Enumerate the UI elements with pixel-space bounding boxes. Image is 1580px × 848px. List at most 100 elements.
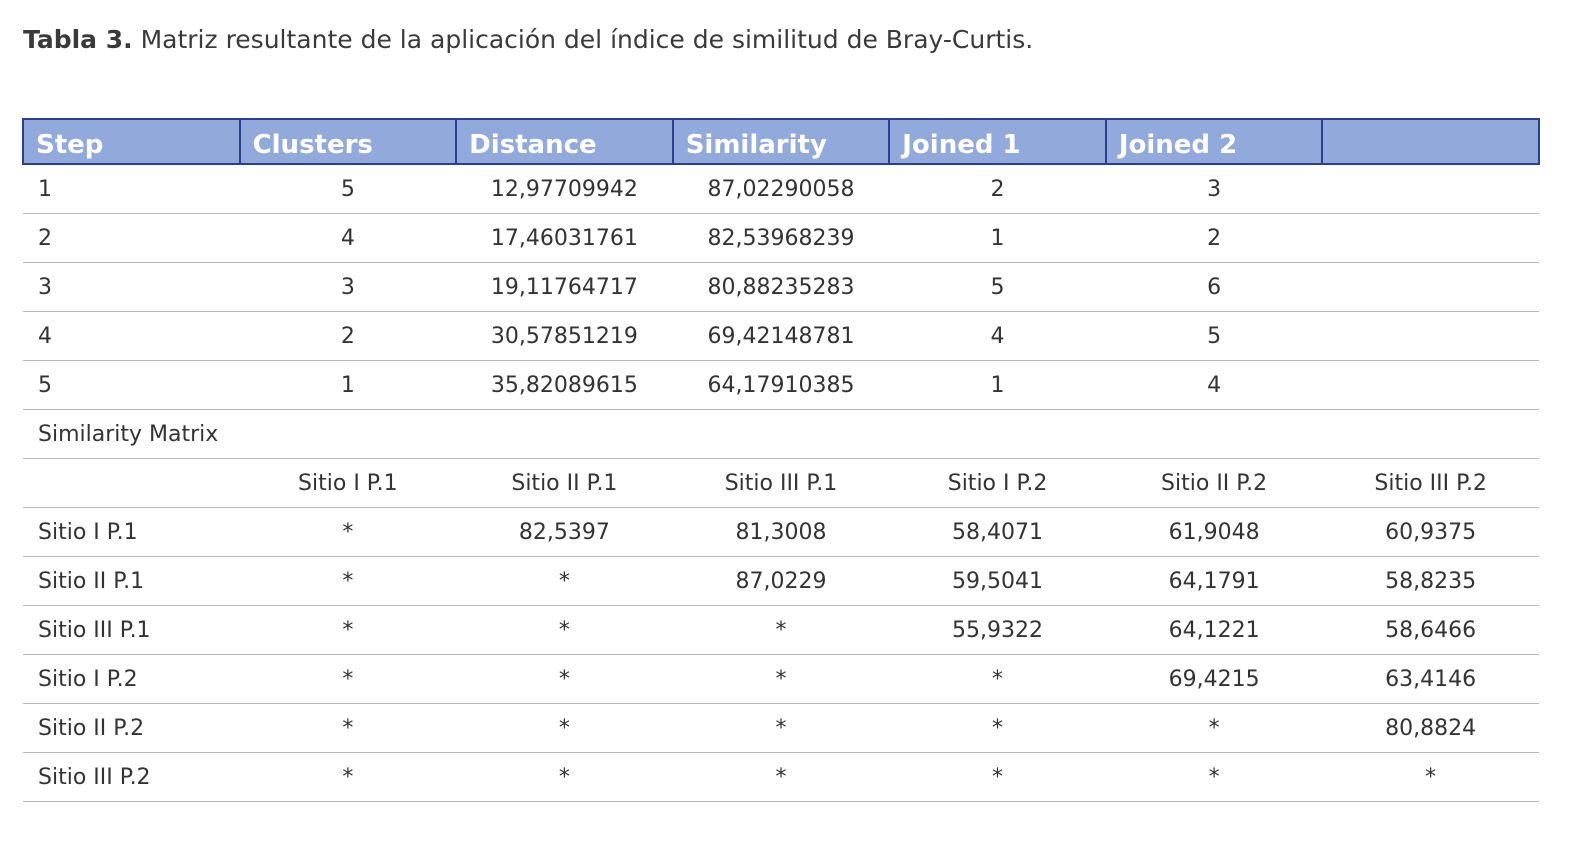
cell: 82,53968239 bbox=[672, 213, 890, 263]
cell: * bbox=[1322, 752, 1539, 802]
cell: 58,4071 bbox=[889, 507, 1106, 557]
cell: * bbox=[239, 605, 457, 655]
cell bbox=[1322, 262, 1539, 312]
cell: 64,17910385 bbox=[672, 360, 890, 410]
section-label: Similarity Matrix bbox=[23, 409, 1539, 459]
table-row: 3 3 19,11764717 80,88235283 5 6 bbox=[23, 262, 1539, 312]
matrix-header-cell: Sitio I P.1 bbox=[239, 458, 457, 508]
cell: 5 bbox=[1105, 311, 1323, 361]
cell: 2 bbox=[23, 213, 240, 263]
cell: Sitio III P.2 bbox=[23, 752, 240, 802]
cell: 5 bbox=[239, 164, 457, 214]
cell: * bbox=[889, 654, 1106, 704]
cell: Sitio I P.2 bbox=[23, 654, 240, 704]
cell: 2 bbox=[1105, 213, 1323, 263]
cell bbox=[1322, 311, 1539, 361]
cell: * bbox=[672, 605, 890, 655]
matrix-header-cell: Sitio II P.2 bbox=[1105, 458, 1323, 508]
header-joined-2: Joined 2 bbox=[1104, 118, 1324, 165]
matrix-header-cell: Sitio III P.2 bbox=[1322, 458, 1539, 508]
cell: 60,9375 bbox=[1322, 507, 1539, 557]
cell: 4 bbox=[239, 213, 457, 263]
cell: 5 bbox=[23, 360, 240, 410]
header-step: Step bbox=[22, 118, 241, 165]
matrix-row: Sitio II P.1 * * 87,0229 59,5041 64,1791… bbox=[23, 556, 1539, 606]
cell: 1 bbox=[23, 164, 240, 214]
cell: * bbox=[239, 752, 457, 802]
cell: 1 bbox=[889, 360, 1106, 410]
cell: 1 bbox=[889, 213, 1106, 263]
table-row: 2 4 17,46031761 82,53968239 1 2 bbox=[23, 213, 1539, 263]
cell: 6 bbox=[1105, 262, 1323, 312]
table-row: 5 1 35,82089615 64,17910385 1 4 bbox=[23, 360, 1539, 410]
cell: * bbox=[672, 654, 890, 704]
cell: 12,97709942 bbox=[456, 164, 673, 214]
cell: * bbox=[889, 752, 1106, 802]
cell: 3 bbox=[1105, 164, 1323, 214]
cell: Sitio II P.1 bbox=[23, 556, 240, 606]
matrix-header-cell: Sitio II P.1 bbox=[456, 458, 673, 508]
cell: 63,4146 bbox=[1322, 654, 1539, 704]
header-similarity: Similarity bbox=[671, 118, 891, 165]
header-joined-1: Joined 1 bbox=[888, 118, 1107, 165]
cell: 61,9048 bbox=[1105, 507, 1323, 557]
cell: * bbox=[239, 556, 457, 606]
cell: 19,11764717 bbox=[456, 262, 673, 312]
cell: 3 bbox=[23, 262, 240, 312]
cell: * bbox=[239, 703, 457, 753]
matrix-header-cell: Sitio III P.1 bbox=[672, 458, 890, 508]
header-clusters: Clusters bbox=[238, 118, 458, 165]
cell: 58,8235 bbox=[1322, 556, 1539, 606]
cell: 87,0229 bbox=[672, 556, 890, 606]
cell: * bbox=[456, 605, 673, 655]
header-distance: Distance bbox=[455, 118, 674, 165]
cell: Sitio III P.1 bbox=[23, 605, 240, 655]
cell: 4 bbox=[23, 311, 240, 361]
cell: * bbox=[672, 703, 890, 753]
cell: 81,3008 bbox=[672, 507, 890, 557]
cell: * bbox=[456, 703, 673, 753]
cell: * bbox=[239, 654, 457, 704]
cell: * bbox=[239, 507, 457, 557]
cell: 3 bbox=[239, 262, 457, 312]
cell: * bbox=[889, 703, 1106, 753]
matrix-row: Sitio I P.1 * 82,5397 81,3008 58,4071 61… bbox=[23, 507, 1539, 557]
cell: 17,46031761 bbox=[456, 213, 673, 263]
matrix-header-row: Sitio I P.1 Sitio II P.1 Sitio III P.1 S… bbox=[23, 458, 1539, 508]
cell: 69,4215 bbox=[1105, 654, 1323, 704]
cell: 64,1221 bbox=[1105, 605, 1323, 655]
cell: * bbox=[672, 752, 890, 802]
cell: 64,1791 bbox=[1105, 556, 1323, 606]
cell: 80,88235283 bbox=[672, 262, 890, 312]
cell: 69,42148781 bbox=[672, 311, 890, 361]
bray-curtis-table: Step Clusters Distance Similarity Joined… bbox=[22, 118, 1540, 802]
matrix-row: Sitio III P.2 * * * * * * bbox=[23, 752, 1539, 802]
cell: 1 bbox=[239, 360, 457, 410]
cell: 55,9322 bbox=[889, 605, 1106, 655]
cell: 59,5041 bbox=[889, 556, 1106, 606]
cell: 87,02290058 bbox=[672, 164, 890, 214]
cell: 35,82089615 bbox=[456, 360, 673, 410]
matrix-header-cell bbox=[23, 458, 240, 508]
cell bbox=[1322, 360, 1539, 410]
section-row: Similarity Matrix bbox=[23, 409, 1539, 459]
cell: Sitio I P.1 bbox=[23, 507, 240, 557]
matrix-row: Sitio II P.2 * * * * * 80,8824 bbox=[23, 703, 1539, 753]
cell: 58,6466 bbox=[1322, 605, 1539, 655]
header-empty bbox=[1321, 118, 1540, 165]
matrix-row: Sitio III P.1 * * * 55,9322 64,1221 58,6… bbox=[23, 605, 1539, 655]
cell: 82,5397 bbox=[456, 507, 673, 557]
cell: * bbox=[1105, 703, 1323, 753]
caption-text: Matriz resultante de la aplicación del í… bbox=[132, 25, 1034, 54]
cell: 4 bbox=[1105, 360, 1323, 410]
cell: 80,8824 bbox=[1322, 703, 1539, 753]
matrix-header-cell: Sitio I P.2 bbox=[889, 458, 1106, 508]
cell: * bbox=[1105, 752, 1323, 802]
caption-label: Tabla 3. bbox=[23, 25, 133, 54]
cell: * bbox=[456, 654, 673, 704]
cell: * bbox=[456, 752, 673, 802]
table-row: 1 5 12,97709942 87,02290058 2 3 bbox=[23, 164, 1539, 214]
cell: 2 bbox=[239, 311, 457, 361]
table-row: 4 2 30,57851219 69,42148781 4 5 bbox=[23, 311, 1539, 361]
cell bbox=[1322, 213, 1539, 263]
